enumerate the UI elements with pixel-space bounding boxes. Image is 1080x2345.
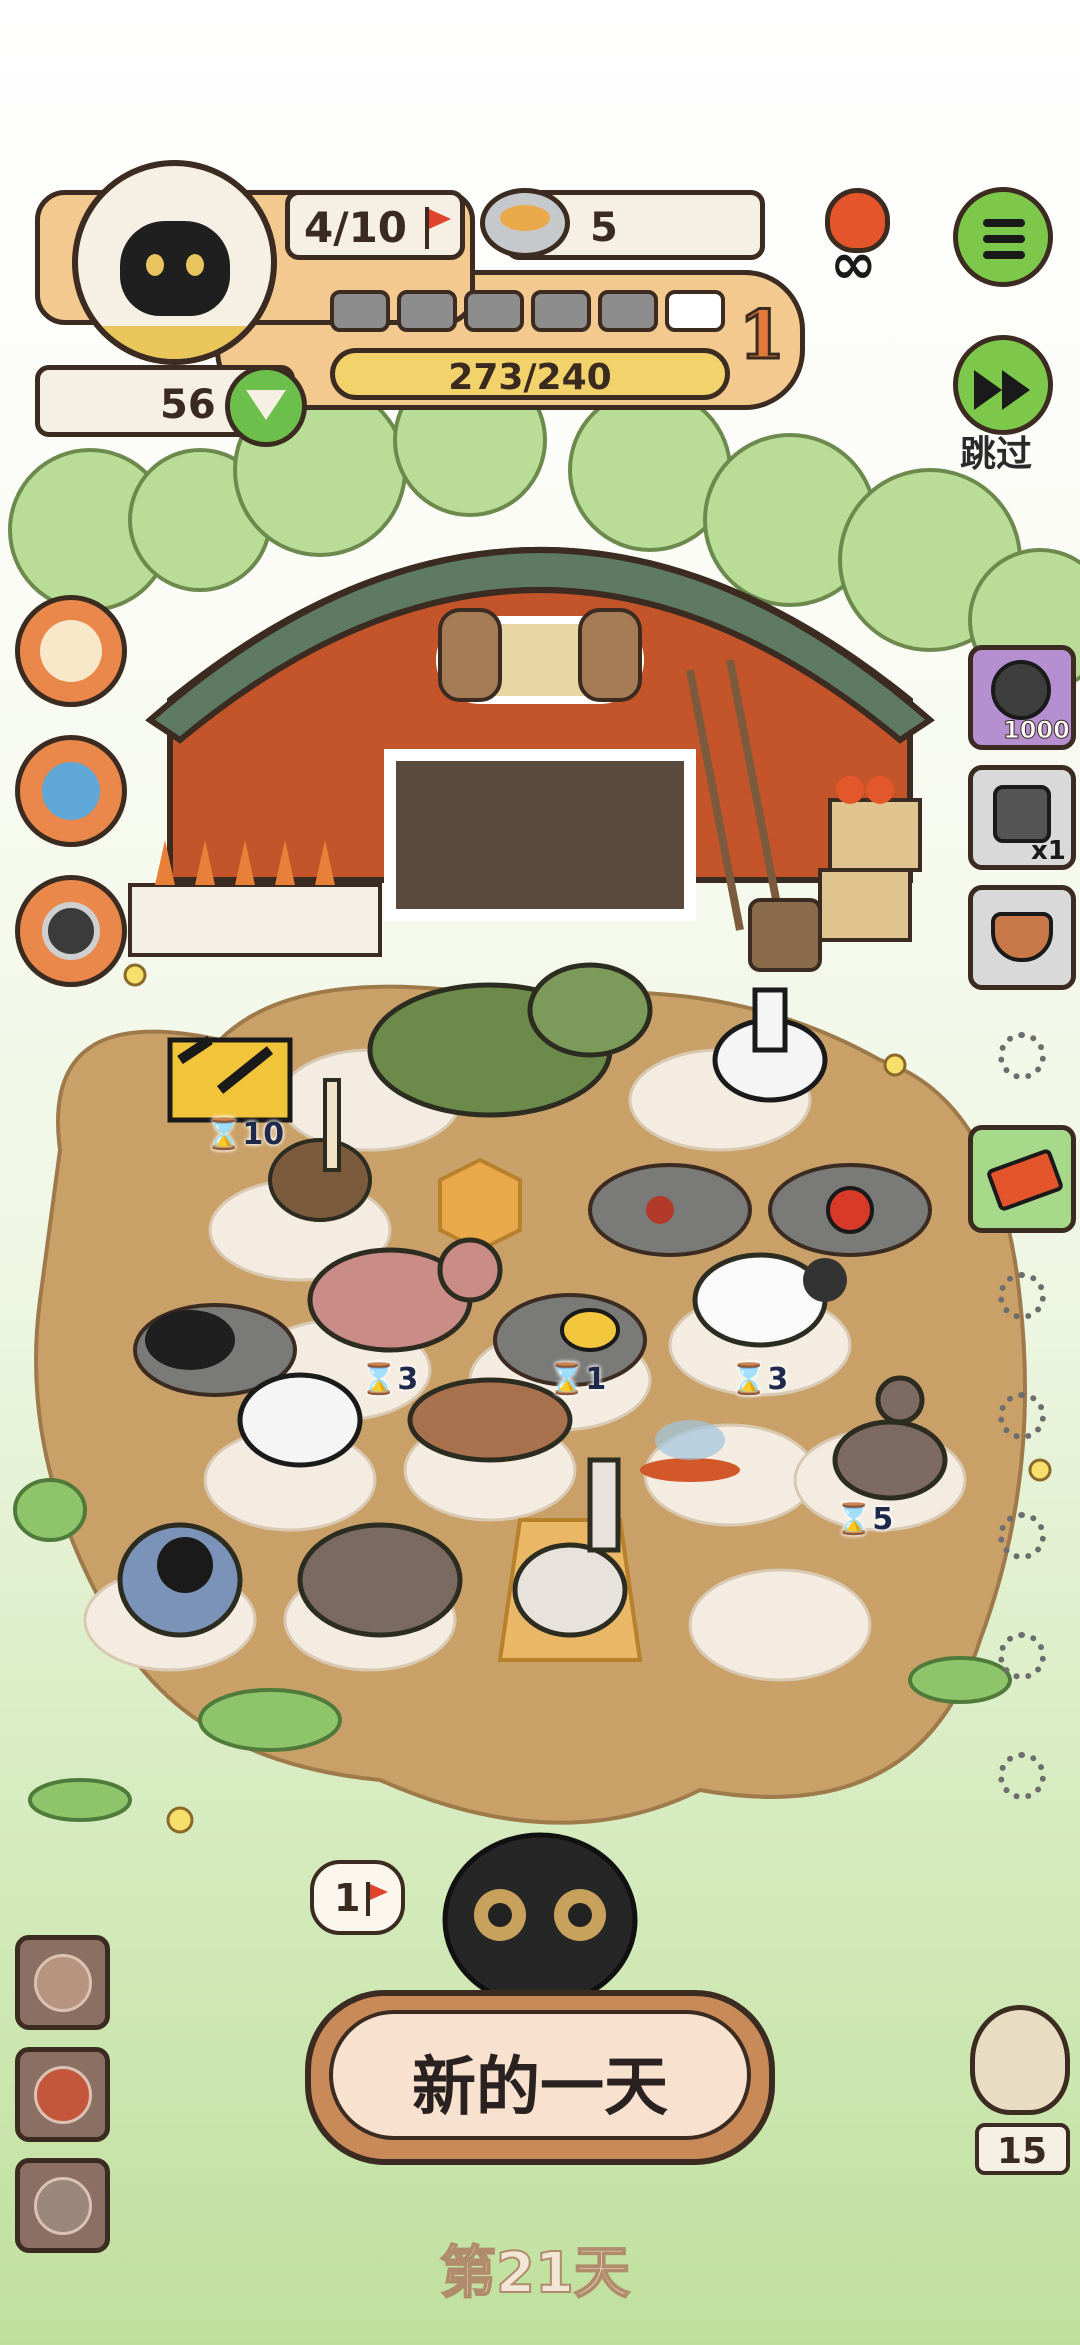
ticket-icon bbox=[985, 1147, 1065, 1213]
exp-segment bbox=[397, 290, 457, 332]
zebra-timer-value: 3 bbox=[397, 1362, 419, 1397]
gadget-icon bbox=[993, 785, 1051, 843]
skip-label: 跳过 bbox=[960, 434, 1033, 475]
food-count: 5 bbox=[590, 205, 618, 251]
heart-icon bbox=[246, 390, 286, 420]
barrier-timer: ⌛10 bbox=[205, 1117, 285, 1152]
population-count: 4/10 bbox=[304, 203, 408, 252]
road-barrier bbox=[167, 1035, 293, 1123]
owl-count: 15 bbox=[997, 2131, 1048, 2172]
side-button-collar[interactable] bbox=[15, 875, 127, 987]
gadget-item[interactable]: x1 bbox=[968, 765, 1076, 870]
heart-badge bbox=[225, 365, 307, 447]
exp-segment bbox=[531, 290, 591, 332]
donkey-timer: ⌛5 bbox=[835, 1502, 894, 1537]
food-bowl-item[interactable] bbox=[968, 885, 1076, 990]
food-bowl-icon bbox=[480, 188, 570, 258]
bottom-item-skull[interactable] bbox=[15, 1935, 110, 2030]
exp-segment bbox=[665, 290, 725, 332]
boar bbox=[297, 1522, 463, 1638]
owl-icon bbox=[970, 2005, 1070, 2115]
sheep-timer-value: 3 bbox=[767, 1362, 789, 1397]
energy-count: 56 bbox=[160, 382, 216, 428]
menu-icon bbox=[983, 219, 1025, 227]
potion-icon bbox=[42, 762, 100, 820]
fast-forward-icon-2 bbox=[1002, 370, 1030, 410]
flag-bubble-count: 1 bbox=[334, 1876, 361, 1920]
bag-icon bbox=[34, 2066, 92, 2124]
sheep-timer: ⌛3 bbox=[730, 1362, 789, 1397]
level-number: 1 bbox=[735, 295, 795, 376]
red-flag-cloth bbox=[370, 1884, 388, 1900]
salad-bowl-icon bbox=[991, 912, 1053, 962]
film-reel-count: 1000 bbox=[1003, 716, 1071, 745]
avatar[interactable] bbox=[72, 160, 277, 365]
exp-segment bbox=[464, 290, 524, 332]
beetle bbox=[145, 1310, 235, 1370]
exp-segment bbox=[598, 290, 658, 332]
brown-dinosaur bbox=[407, 1377, 573, 1463]
film-reel-icon bbox=[991, 660, 1051, 720]
black-cat-mascot bbox=[442, 1832, 638, 2008]
flag-bubble: 1 bbox=[310, 1860, 405, 1935]
bee bbox=[560, 1308, 620, 1352]
mosquito bbox=[646, 1196, 674, 1224]
skull-icon bbox=[34, 1954, 92, 2012]
infinite-symbol: ∞ bbox=[830, 232, 877, 297]
fast-forward-icon bbox=[974, 370, 1002, 410]
ticket-item[interactable] bbox=[968, 1125, 1076, 1233]
new-day-label: 新的一天 bbox=[412, 2051, 668, 2125]
zebra-left bbox=[237, 1372, 363, 1468]
owl-character[interactable]: 15 bbox=[965, 2005, 1075, 2185]
zebra-timer: ⌛3 bbox=[360, 1362, 419, 1397]
film-reel-item[interactable]: 1000 bbox=[968, 645, 1076, 750]
menu-button[interactable] bbox=[953, 187, 1053, 287]
honey-slot bbox=[438, 1157, 522, 1253]
side-button-bird[interactable] bbox=[15, 595, 127, 707]
bird-icon bbox=[40, 620, 102, 682]
exp-progress-bar: 273/240 bbox=[330, 348, 730, 400]
menu-icon-line bbox=[983, 235, 1025, 243]
avatar-cat-icon bbox=[120, 221, 230, 316]
new-day-button[interactable]: 新的一天 bbox=[305, 1990, 775, 2165]
exp-segment bbox=[330, 290, 390, 332]
exp-segments bbox=[330, 290, 730, 332]
ladybug bbox=[826, 1186, 874, 1234]
donkey-timer-value: 5 bbox=[872, 1502, 894, 1537]
avatar-cat-eye bbox=[186, 254, 204, 276]
empty-slot-marker bbox=[998, 1512, 1046, 1560]
avatar-cat-eye bbox=[146, 254, 164, 276]
empty-slot-marker bbox=[998, 1272, 1046, 1320]
empty-slot-marker bbox=[998, 1632, 1046, 1680]
barrier-timer-value: 10 bbox=[242, 1117, 285, 1152]
owl-count-box: 15 bbox=[975, 2123, 1070, 2175]
shark bbox=[117, 1522, 243, 1638]
level-value: 1 bbox=[738, 295, 787, 376]
day-counter: 第21天 bbox=[439, 2240, 631, 2307]
side-button-potion[interactable] bbox=[15, 735, 127, 847]
empty-slot-marker bbox=[998, 1752, 1046, 1800]
flame-infinite-badge[interactable]: ∞ bbox=[820, 188, 895, 297]
bee-timer-value: 1 bbox=[585, 1362, 607, 1397]
bottom-item-animal[interactable] bbox=[15, 2158, 110, 2253]
exp-value: 273/240 bbox=[448, 357, 612, 398]
bottom-item-bag[interactable] bbox=[15, 2047, 110, 2142]
skip-button[interactable] bbox=[953, 335, 1053, 435]
red-flag-cloth bbox=[429, 209, 451, 229]
empty-slot-marker bbox=[998, 1032, 1046, 1080]
gadget-count: x1 bbox=[1031, 836, 1066, 866]
food-bowl-inner bbox=[500, 205, 550, 231]
bee-timer: ⌛1 bbox=[548, 1362, 607, 1397]
collar-icon bbox=[42, 902, 100, 960]
menu-icon-line bbox=[983, 251, 1025, 259]
animal-silhouette-icon bbox=[34, 2177, 92, 2235]
population-box: 4/10 bbox=[285, 190, 465, 260]
empty-slot-marker bbox=[998, 1392, 1046, 1440]
